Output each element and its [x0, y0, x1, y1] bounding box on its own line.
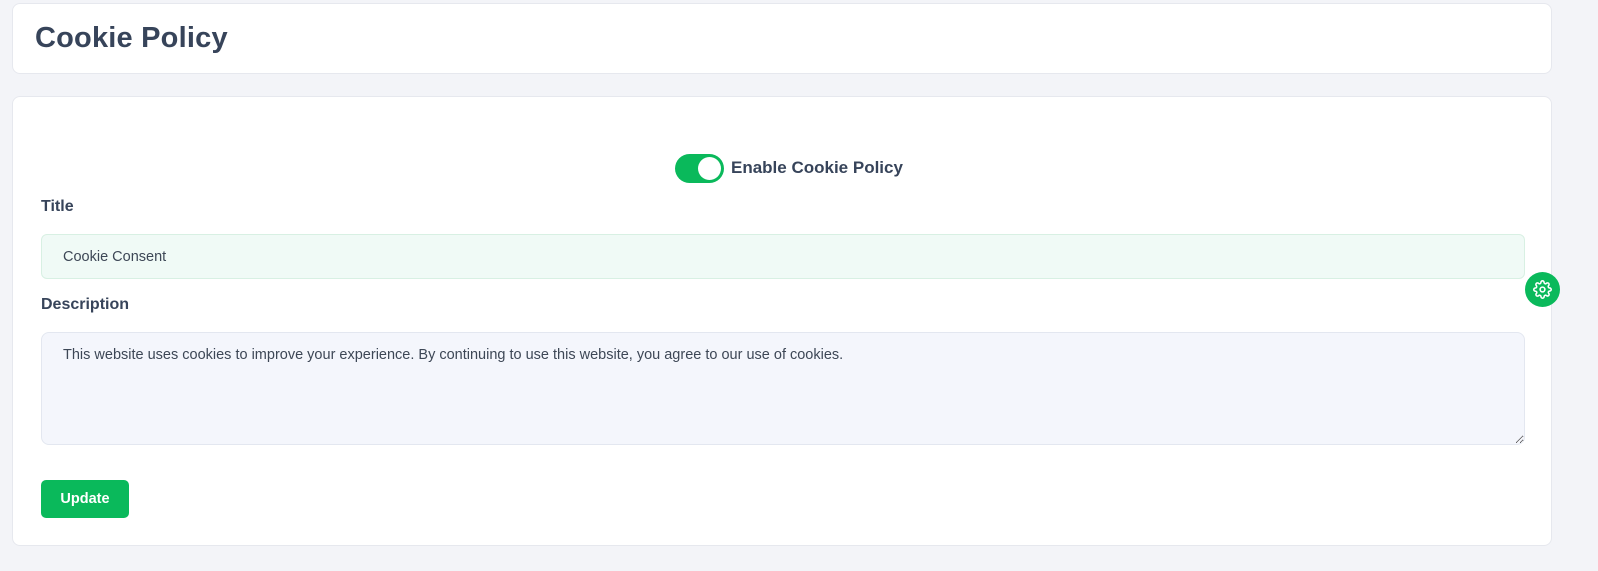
toggle-knob: [698, 156, 721, 180]
title-input[interactable]: [41, 234, 1525, 279]
description-label: Description: [41, 296, 130, 313]
enable-cookie-policy-toggle[interactable]: [675, 153, 724, 183]
settings-fab-button[interactable]: [1525, 272, 1560, 307]
description-textarea[interactable]: This website uses cookies to improve you…: [41, 332, 1525, 445]
gear-icon: [1533, 280, 1552, 299]
title-label: Title: [41, 198, 74, 215]
enable-cookie-policy-row: Enable Cookie Policy: [675, 153, 903, 183]
update-button[interactable]: Update: [41, 480, 129, 518]
page-header: Cookie Policy: [12, 3, 1552, 74]
cookie-policy-form: Enable Cookie Policy Title Description T…: [12, 96, 1552, 546]
page-title: Cookie Policy: [35, 22, 228, 54]
enable-cookie-policy-label: Enable Cookie Policy: [731, 158, 903, 177]
